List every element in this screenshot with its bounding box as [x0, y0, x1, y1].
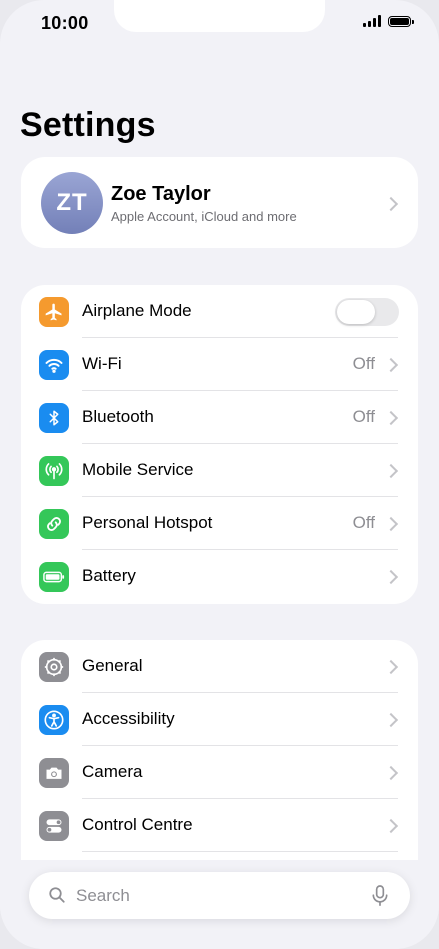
wifi-row[interactable]: Wi-Fi Off [21, 338, 418, 391]
row-label: Battery [82, 566, 136, 585]
gear-icon [39, 652, 69, 682]
antenna-icon [39, 456, 69, 486]
wifi-icon [39, 350, 69, 380]
chevron-right-icon [383, 569, 399, 585]
row-label: Camera [82, 762, 143, 781]
chevron-right-icon [383, 357, 399, 373]
system-group: General Accessibility Camera Control Cen… [21, 640, 418, 870]
connectivity-group: Airplane Mode Wi-Fi Off Bluetooth Off Mo… [21, 285, 418, 604]
search-field[interactable]: Search [29, 872, 410, 919]
profile-card[interactable]: ZT Zoe Taylor Apple Account, iCloud and … [21, 157, 418, 248]
row-label: Bluetooth [82, 407, 154, 426]
search-icon [49, 887, 65, 903]
row-label: Accessibility [82, 709, 175, 728]
row-value: Off [352, 513, 375, 532]
cellular-signal-icon [363, 15, 381, 27]
battery-status-icon [388, 15, 414, 27]
row-label: Mobile Service [82, 460, 194, 479]
profile-name: Zoe Taylor [111, 183, 211, 205]
airplane-mode-toggle[interactable] [335, 298, 399, 326]
switches-icon [39, 811, 69, 841]
battery-icon [39, 562, 69, 592]
profile-subtitle: Apple Account, iCloud and more [111, 209, 297, 224]
bluetooth-row[interactable]: Bluetooth Off [21, 391, 418, 444]
row-label: Personal Hotspot [82, 513, 213, 532]
row-label: Control Centre [82, 815, 193, 834]
bluetooth-icon [39, 403, 69, 433]
chevron-right-icon [383, 712, 399, 728]
status-time: 10:00 [41, 13, 89, 33]
settings-screen: 10:00 Settings ZT Zoe Taylor Apple Accou… [0, 0, 439, 949]
battery-row[interactable]: Battery [21, 550, 418, 603]
chevron-right-icon [383, 196, 399, 212]
airplane-mode-row[interactable]: Airplane Mode [21, 285, 418, 338]
link-icon [39, 509, 69, 539]
dynamic-island [114, 0, 325, 32]
accessibility-row[interactable]: Accessibility [21, 693, 418, 746]
status-icons [363, 15, 414, 27]
mobile-service-row[interactable]: Mobile Service [21, 444, 418, 497]
page-title: Settings [20, 106, 156, 144]
search-placeholder: Search [76, 886, 130, 905]
control-centre-row[interactable]: Control Centre [21, 799, 418, 852]
chevron-right-icon [383, 516, 399, 532]
avatar: ZT [41, 172, 103, 234]
chevron-right-icon [383, 765, 399, 781]
chevron-right-icon [383, 659, 399, 675]
row-label: General [82, 656, 143, 675]
chevron-right-icon [383, 410, 399, 426]
accessibility-icon [39, 705, 69, 735]
row-value: Off [352, 407, 375, 426]
search-bar-area: Search [0, 860, 439, 949]
camera-icon [39, 758, 69, 788]
airplane-icon [39, 297, 69, 327]
chevron-right-icon [383, 463, 399, 479]
chevron-right-icon [383, 818, 399, 834]
row-label: Wi-Fi [82, 354, 122, 373]
personal-hotspot-row[interactable]: Personal Hotspot Off [21, 497, 418, 550]
camera-row[interactable]: Camera [21, 746, 418, 799]
row-label: Airplane Mode [82, 301, 192, 320]
row-value: Off [352, 354, 375, 373]
microphone-icon[interactable] [370, 884, 390, 908]
general-row[interactable]: General [21, 640, 418, 693]
